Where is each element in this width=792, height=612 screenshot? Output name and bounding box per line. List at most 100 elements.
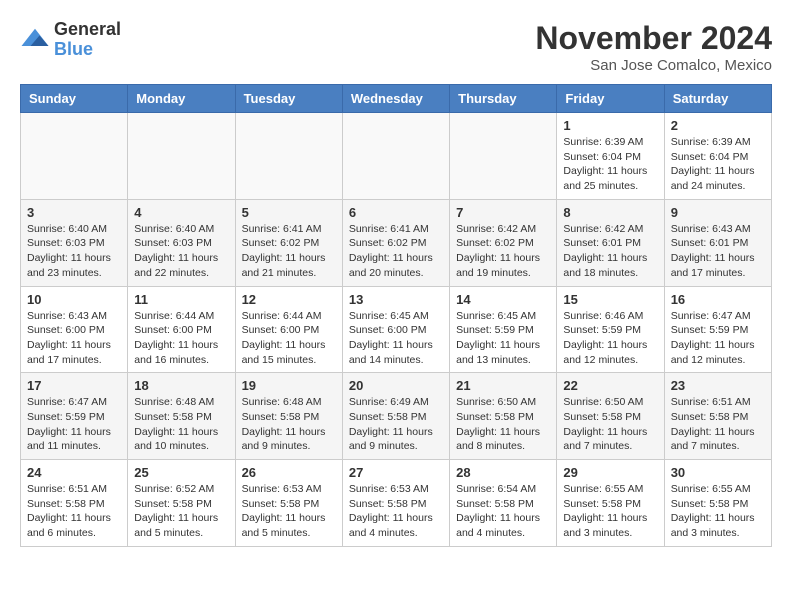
day-number-2-3: 13 — [349, 292, 443, 307]
day-cell-2-1: 11Sunrise: 6:44 AM Sunset: 6:00 PM Dayli… — [128, 286, 235, 373]
day-info-2-2: Sunrise: 6:44 AM Sunset: 6:00 PM Dayligh… — [242, 309, 336, 368]
day-number-0-5: 1 — [563, 118, 657, 133]
week-row-0: 1 Sunrise: 6:39 AM Sunset: 6:04 PM Daylig… — [21, 113, 772, 200]
logo-blue: Blue — [54, 40, 121, 60]
header-friday: Friday — [557, 85, 664, 113]
day-info-3-4: Sunrise: 6:50 AM Sunset: 5:58 PM Dayligh… — [456, 395, 550, 454]
day-number-4-5: 29 — [563, 465, 657, 480]
day-number-3-3: 20 — [349, 378, 443, 393]
logo-icon — [20, 25, 50, 55]
day-number-3-4: 21 — [456, 378, 550, 393]
day-number-3-1: 18 — [134, 378, 228, 393]
day-info-0-5: Sunrise: 6:39 AM Sunset: 6:04 PM Dayligh… — [563, 135, 657, 194]
day-number-1-6: 9 — [671, 205, 765, 220]
day-cell-2-2: 12 Sunrise: 6:44 AM Sunset: 6:00 PM Dayli… — [235, 286, 342, 373]
header-sunday: Sunday — [21, 85, 128, 113]
day-cell-3-5: 22 Sunrise: 6:50 AM Sunset: 5:58 PM Dayli… — [557, 373, 664, 460]
day-number-2-0: 10 — [27, 292, 121, 307]
day-info-1-4: Sunrise: 6:42 AM Sunset: 6:02 PM Dayligh… — [456, 222, 550, 281]
day-info-2-0: Sunrise: 6:43 AM Sunset: 6:00 PM Dayligh… — [27, 309, 121, 368]
day-cell-2-3: 13 Sunrise: 6:45 AM Sunset: 6:00 PM Dayli… — [342, 286, 449, 373]
day-info-2-3: Sunrise: 6:45 AM Sunset: 6:00 PM Dayligh… — [349, 309, 443, 368]
day-cell-2-0: 10 Sunrise: 6:43 AM Sunset: 6:00 PM Dayli… — [21, 286, 128, 373]
day-number-3-0: 17 — [27, 378, 121, 393]
day-number-2-5: 15 — [563, 292, 657, 307]
week-row-1: 3 Sunrise: 6:40 AM Sunset: 6:03 PM Daylig… — [21, 199, 772, 286]
day-cell-0-4 — [450, 113, 557, 200]
location: San Jose Comalco, Mexico — [535, 57, 772, 74]
day-cell-3-1: 18Sunrise: 6:48 AM Sunset: 5:58 PM Dayli… — [128, 373, 235, 460]
day-cell-1-4: 7Sunrise: 6:42 AM Sunset: 6:02 PM Daylig… — [450, 199, 557, 286]
day-cell-0-6: 2Sunrise: 6:39 AM Sunset: 6:04 PM Daylig… — [664, 113, 771, 200]
day-cell-1-1: 4Sunrise: 6:40 AM Sunset: 6:03 PM Daylig… — [128, 199, 235, 286]
day-info-4-5: Sunrise: 6:55 AM Sunset: 5:58 PM Dayligh… — [563, 482, 657, 541]
day-number-2-6: 16 — [671, 292, 765, 307]
day-number-4-0: 24 — [27, 465, 121, 480]
day-cell-0-1 — [128, 113, 235, 200]
day-number-4-1: 25 — [134, 465, 228, 480]
logo-text: General Blue — [54, 20, 121, 60]
header-tuesday: Tuesday — [235, 85, 342, 113]
day-info-4-0: Sunrise: 6:51 AM Sunset: 5:58 PM Dayligh… — [27, 482, 121, 541]
day-info-1-0: Sunrise: 6:40 AM Sunset: 6:03 PM Dayligh… — [27, 222, 121, 281]
day-cell-4-4: 28 Sunrise: 6:54 AM Sunset: 5:58 PM Dayli… — [450, 460, 557, 547]
page-header: General Blue November 2024 San Jose Coma… — [20, 20, 772, 74]
day-number-4-6: 30 — [671, 465, 765, 480]
week-row-4: 24 Sunrise: 6:51 AM Sunset: 5:58 PM Dayli… — [21, 460, 772, 547]
day-cell-1-5: 8 Sunrise: 6:42 AM Sunset: 6:01 PM Daylig… — [557, 199, 664, 286]
day-cell-1-3: 6Sunrise: 6:41 AM Sunset: 6:02 PM Daylig… — [342, 199, 449, 286]
calendar-body: 1 Sunrise: 6:39 AM Sunset: 6:04 PM Daylig… — [21, 113, 772, 547]
day-cell-0-0 — [21, 113, 128, 200]
title-section: November 2024 San Jose Comalco, Mexico — [535, 20, 772, 74]
day-info-3-6: Sunrise: 6:51 AM Sunset: 5:58 PM Dayligh… — [671, 395, 765, 454]
logo-general: General — [54, 20, 121, 40]
day-cell-3-4: 21 Sunrise: 6:50 AM Sunset: 5:58 PM Dayli… — [450, 373, 557, 460]
day-info-4-6: Sunrise: 6:55 AM Sunset: 5:58 PM Dayligh… — [671, 482, 765, 541]
day-cell-1-6: 9 Sunrise: 6:43 AM Sunset: 6:01 PM Daylig… — [664, 199, 771, 286]
logo: General Blue — [20, 20, 121, 60]
day-cell-2-5: 15Sunrise: 6:46 AM Sunset: 5:59 PM Dayli… — [557, 286, 664, 373]
day-number-1-1: 4 — [134, 205, 228, 220]
day-cell-2-4: 14Sunrise: 6:45 AM Sunset: 5:59 PM Dayli… — [450, 286, 557, 373]
day-number-2-2: 12 — [242, 292, 336, 307]
day-info-3-2: Sunrise: 6:48 AM Sunset: 5:58 PM Dayligh… — [242, 395, 336, 454]
calendar-table: Sunday Monday Tuesday Wednesday Thursday… — [20, 84, 772, 547]
day-number-3-5: 22 — [563, 378, 657, 393]
day-cell-2-6: 16 Sunrise: 6:47 AM Sunset: 5:59 PM Dayli… — [664, 286, 771, 373]
day-cell-0-5: 1 Sunrise: 6:39 AM Sunset: 6:04 PM Daylig… — [557, 113, 664, 200]
day-info-4-2: Sunrise: 6:53 AM Sunset: 5:58 PM Dayligh… — [242, 482, 336, 541]
day-cell-4-2: 26 Sunrise: 6:53 AM Sunset: 5:58 PM Dayli… — [235, 460, 342, 547]
day-number-1-3: 6 — [349, 205, 443, 220]
day-info-2-6: Sunrise: 6:47 AM Sunset: 5:59 PM Dayligh… — [671, 309, 765, 368]
day-cell-4-0: 24 Sunrise: 6:51 AM Sunset: 5:58 PM Dayli… — [21, 460, 128, 547]
day-number-2-1: 11 — [134, 292, 228, 307]
day-cell-3-0: 17Sunrise: 6:47 AM Sunset: 5:59 PM Dayli… — [21, 373, 128, 460]
header-monday: Monday — [128, 85, 235, 113]
day-number-3-2: 19 — [242, 378, 336, 393]
day-number-1-0: 3 — [27, 205, 121, 220]
day-info-3-5: Sunrise: 6:50 AM Sunset: 5:58 PM Dayligh… — [563, 395, 657, 454]
day-cell-4-6: 30 Sunrise: 6:55 AM Sunset: 5:58 PM Dayli… — [664, 460, 771, 547]
day-cell-0-2 — [235, 113, 342, 200]
day-number-1-5: 8 — [563, 205, 657, 220]
header-thursday: Thursday — [450, 85, 557, 113]
day-info-4-1: Sunrise: 6:52 AM Sunset: 5:58 PM Dayligh… — [134, 482, 228, 541]
day-cell-1-0: 3 Sunrise: 6:40 AM Sunset: 6:03 PM Daylig… — [21, 199, 128, 286]
day-number-4-4: 28 — [456, 465, 550, 480]
header-wednesday: Wednesday — [342, 85, 449, 113]
day-cell-4-1: 25 Sunrise: 6:52 AM Sunset: 5:58 PM Dayli… — [128, 460, 235, 547]
day-cell-3-6: 23Sunrise: 6:51 AM Sunset: 5:58 PM Dayli… — [664, 373, 771, 460]
day-info-2-4: Sunrise: 6:45 AM Sunset: 5:59 PM Dayligh… — [456, 309, 550, 368]
header-saturday: Saturday — [664, 85, 771, 113]
day-number-4-2: 26 — [242, 465, 336, 480]
day-cell-1-2: 5Sunrise: 6:41 AM Sunset: 6:02 PM Daylig… — [235, 199, 342, 286]
day-cell-0-3 — [342, 113, 449, 200]
day-cell-3-2: 19 Sunrise: 6:48 AM Sunset: 5:58 PM Dayli… — [235, 373, 342, 460]
month-title: November 2024 — [535, 20, 772, 57]
day-info-1-6: Sunrise: 6:43 AM Sunset: 6:01 PM Dayligh… — [671, 222, 765, 281]
day-cell-3-3: 20Sunrise: 6:49 AM Sunset: 5:58 PM Dayli… — [342, 373, 449, 460]
week-row-3: 17Sunrise: 6:47 AM Sunset: 5:59 PM Dayli… — [21, 373, 772, 460]
day-info-4-4: Sunrise: 6:54 AM Sunset: 5:58 PM Dayligh… — [456, 482, 550, 541]
day-info-1-5: Sunrise: 6:42 AM Sunset: 6:01 PM Dayligh… — [563, 222, 657, 281]
header-row: Sunday Monday Tuesday Wednesday Thursday… — [21, 85, 772, 113]
